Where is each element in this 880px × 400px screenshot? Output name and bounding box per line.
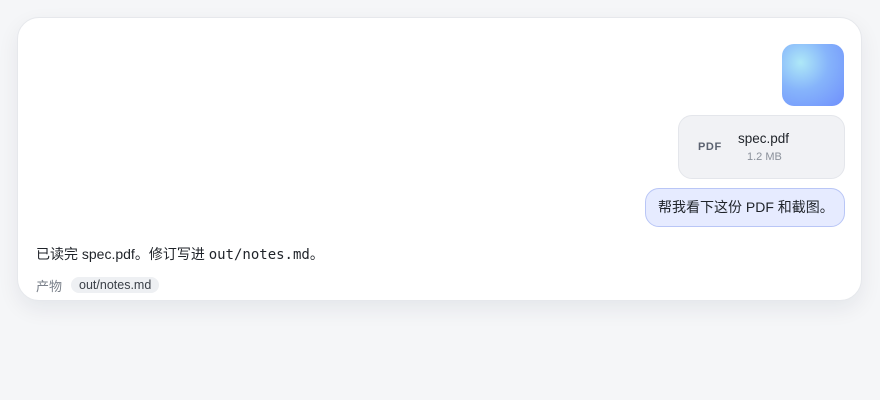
user-message-bubble: 帮我看下这份 PDF 和截图。 [645, 188, 845, 227]
image-attachment-thumbnail[interactable] [782, 44, 844, 106]
pdf-file-icon: PDF [698, 141, 722, 153]
artifacts-row: 产物 out/notes.md [36, 275, 160, 295]
file-size: 1.2 MB [747, 151, 782, 163]
file-attachment-chip[interactable]: PDF spec.pdf 1.2 MB [678, 115, 845, 179]
assistant-message-suffix: 。 [309, 246, 324, 262]
artifact-file-tag[interactable]: out/notes.md [71, 277, 160, 293]
assistant-message: 已读完 spec.pdf。修订写进 out/notes.md。 [36, 244, 324, 264]
file-name: spec.pdf [738, 131, 790, 146]
inline-code-path: out/notes.md [208, 247, 310, 263]
assistant-message-text: 已读完 spec.pdf。修订写进 [36, 246, 209, 262]
artifacts-label: 产物 [36, 278, 63, 294]
chat-card: PDF spec.pdf 1.2 MB 帮我看下这份 PDF 和截图。 已读完 … [17, 17, 862, 301]
